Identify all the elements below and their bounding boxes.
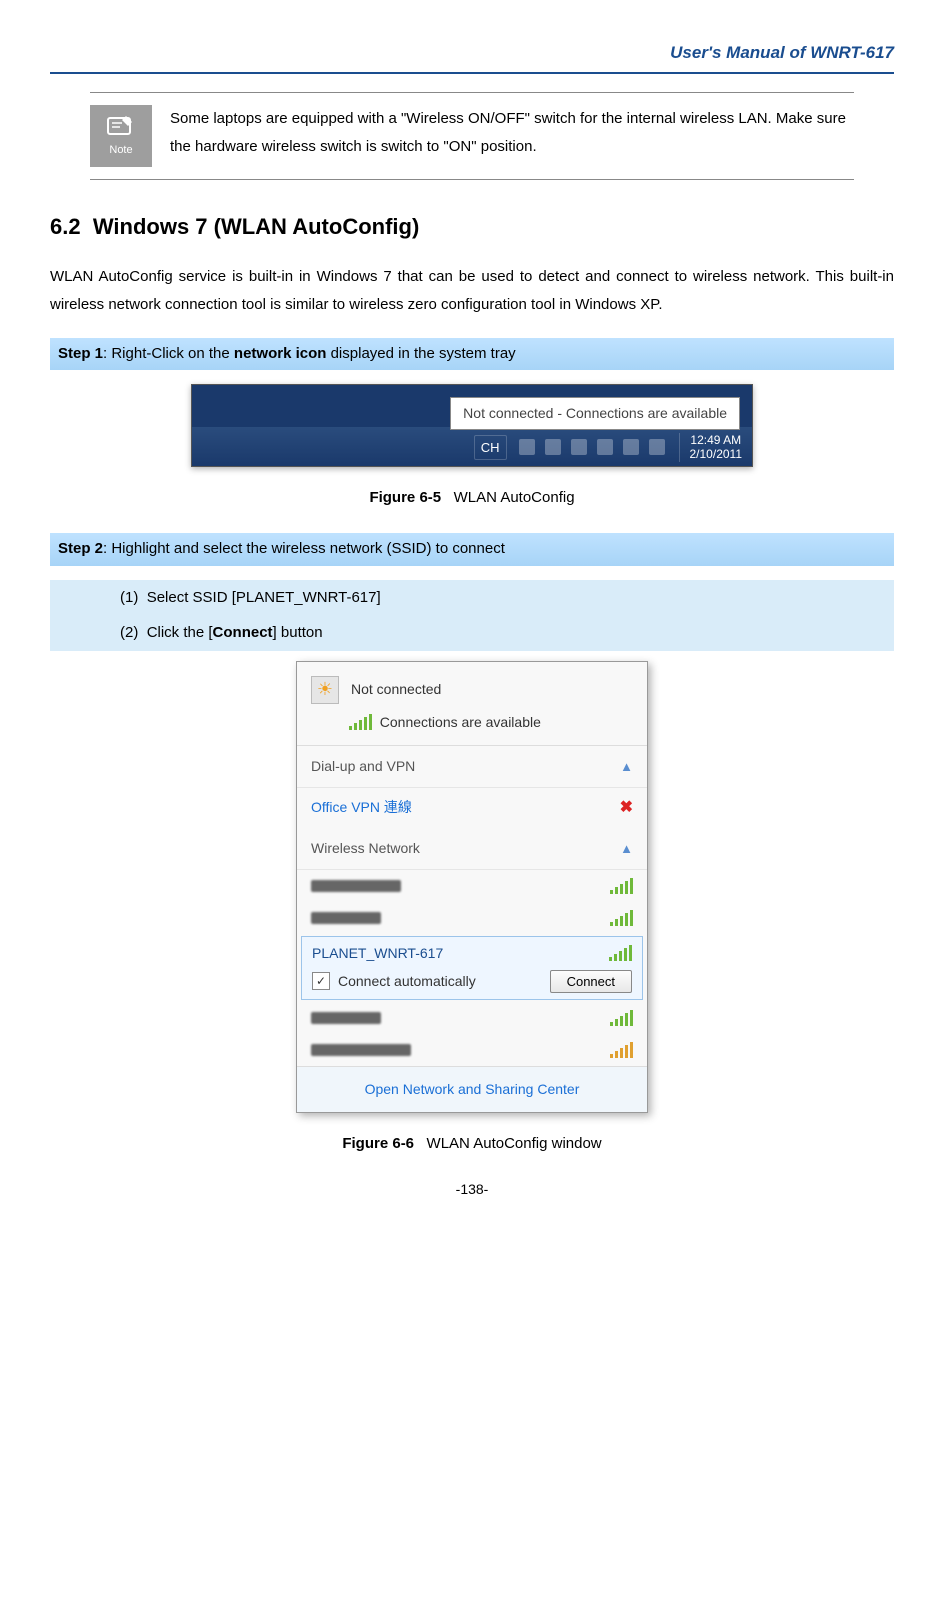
step-2-sub-2: (2) Click the [Connect] button xyxy=(50,615,894,651)
wifi-item-4[interactable] xyxy=(297,1034,647,1066)
dialup-section-header: Dial-up and VPN ▲ xyxy=(297,746,647,788)
tray-icon-generic xyxy=(519,439,535,455)
figure-6-6-wrap: ☀ Not connected Connections are availabl… xyxy=(50,661,894,1113)
chevron-up-icon: ▲ xyxy=(620,757,633,777)
step-1-bar: Step 1: Right-Click on the network icon … xyxy=(50,338,894,371)
netwin-available-row: Connections are available xyxy=(297,708,647,746)
wifi-item-1[interactable] xyxy=(297,870,647,902)
signal-icon xyxy=(610,1010,633,1026)
section-intro: WLAN AutoConfig service is built-in in W… xyxy=(50,263,894,320)
network-status-icon: ☀ xyxy=(311,676,339,704)
sub2-prefix: Click the [ xyxy=(147,624,213,641)
chevron-up-icon xyxy=(571,439,587,455)
signal-icon xyxy=(610,910,633,926)
signal-icon xyxy=(609,945,632,961)
tray-date: 2/10/2011 xyxy=(690,447,743,461)
signal-icon-shield xyxy=(610,1042,633,1058)
redacted-ssid xyxy=(311,880,401,892)
netwin-not-connected: Not connected xyxy=(351,679,441,700)
sub2-suffix: ] button xyxy=(273,624,323,641)
sub1-num: (1) xyxy=(120,589,138,606)
vpn-label: Office VPN 連線 xyxy=(311,797,412,818)
network-icon xyxy=(623,439,639,455)
step-2-text: : Highlight and select the wireless netw… xyxy=(103,540,505,557)
tray-clock: 12:49 AM 2/10/2011 xyxy=(679,433,753,462)
help-icon xyxy=(545,439,561,455)
redacted-ssid xyxy=(311,912,381,924)
wifi-item-selected[interactable]: PLANET_WNRT-617 ✓ Connect automatically … xyxy=(301,936,643,1000)
close-icon: ✖ xyxy=(620,796,633,820)
sub2-num: (2) xyxy=(120,624,138,641)
vpn-item[interactable]: Office VPN 連線 ✖ xyxy=(297,788,647,828)
tray-icons xyxy=(519,439,665,455)
step-1-suffix: displayed in the system tray xyxy=(326,345,515,362)
figure-6-6-caption: Figure 6-6 WLAN AutoConfig window xyxy=(50,1133,894,1156)
wifi-item-2[interactable] xyxy=(297,902,647,934)
taskbar: CH 12:49 AM 2/10/2011 xyxy=(192,427,752,466)
step-2-label: Step 2 xyxy=(58,540,103,557)
step-1-label: Step 1 xyxy=(58,345,103,362)
figure-6-5-label: Figure 6-5 xyxy=(369,489,441,506)
note-icon: Note xyxy=(90,105,152,167)
section-heading: 6.2 Windows 7 (WLAN AutoConfig) xyxy=(50,210,894,243)
step-2-bar: Step 2: Highlight and select the wireles… xyxy=(50,533,894,566)
page-number: -138- xyxy=(50,1179,894,1200)
step-1-bold: network icon xyxy=(234,345,327,362)
section-number: 6.2 xyxy=(50,214,81,239)
ime-indicator: CH xyxy=(474,435,507,461)
figure-6-5-text: WLAN AutoConfig xyxy=(454,489,575,506)
figure-6-6-text: WLAN AutoConfig window xyxy=(427,1135,602,1152)
auto-connect-label: Connect automatically xyxy=(338,971,476,992)
section-title: Windows 7 (WLAN AutoConfig) xyxy=(93,214,419,239)
header-rule xyxy=(50,72,894,74)
auto-connect-checkbox[interactable]: ✓ xyxy=(312,972,330,990)
connect-button[interactable]: Connect xyxy=(550,970,632,993)
selected-ssid-label: PLANET_WNRT-617 xyxy=(312,943,443,964)
netwin-available-text: Connections are available xyxy=(380,712,541,733)
network-flyout: ☀ Not connected Connections are availabl… xyxy=(296,661,648,1113)
wifi-item-3[interactable] xyxy=(297,1002,647,1034)
redacted-ssid xyxy=(311,1044,411,1056)
tray-tooltip: Not connected - Connections are availabl… xyxy=(450,397,740,430)
sound-icon xyxy=(649,439,665,455)
tray-time: 12:49 AM xyxy=(690,433,743,447)
sub2-bold: Connect xyxy=(213,624,273,641)
sub1-text: Select SSID [PLANET_WNRT-617] xyxy=(147,589,381,606)
figure-6-5-wrap: Not connected - Connections are availabl… xyxy=(50,384,894,467)
chevron-up-icon: ▲ xyxy=(620,839,633,859)
signal-icon xyxy=(349,714,372,730)
dialup-label: Dial-up and VPN xyxy=(311,756,415,777)
signal-icon xyxy=(610,878,633,894)
step-2-sub-1: (1) Select SSID [PLANET_WNRT-617] xyxy=(50,580,894,616)
note-label: Note xyxy=(109,142,132,159)
netwin-status-row: ☀ Not connected xyxy=(297,662,647,708)
figure-6-6-label: Figure 6-6 xyxy=(342,1135,414,1152)
wireless-section-header: Wireless Network ▲ xyxy=(297,828,647,870)
note-text: Some laptops are equipped with a "Wirele… xyxy=(170,105,854,162)
step-1-prefix: : Right-Click on the xyxy=(103,345,234,362)
figure-6-5-caption: Figure 6-5 WLAN AutoConfig xyxy=(50,487,894,510)
system-tray-screenshot: Not connected - Connections are availabl… xyxy=(191,384,753,467)
flag-icon xyxy=(597,439,613,455)
note-block: Note Some laptops are equipped with a "W… xyxy=(90,92,854,180)
page-header-title: User's Manual of WNRT-617 xyxy=(50,40,894,66)
open-network-center-link[interactable]: Open Network and Sharing Center xyxy=(297,1066,647,1112)
wireless-label: Wireless Network xyxy=(311,838,420,859)
redacted-ssid xyxy=(311,1012,381,1024)
